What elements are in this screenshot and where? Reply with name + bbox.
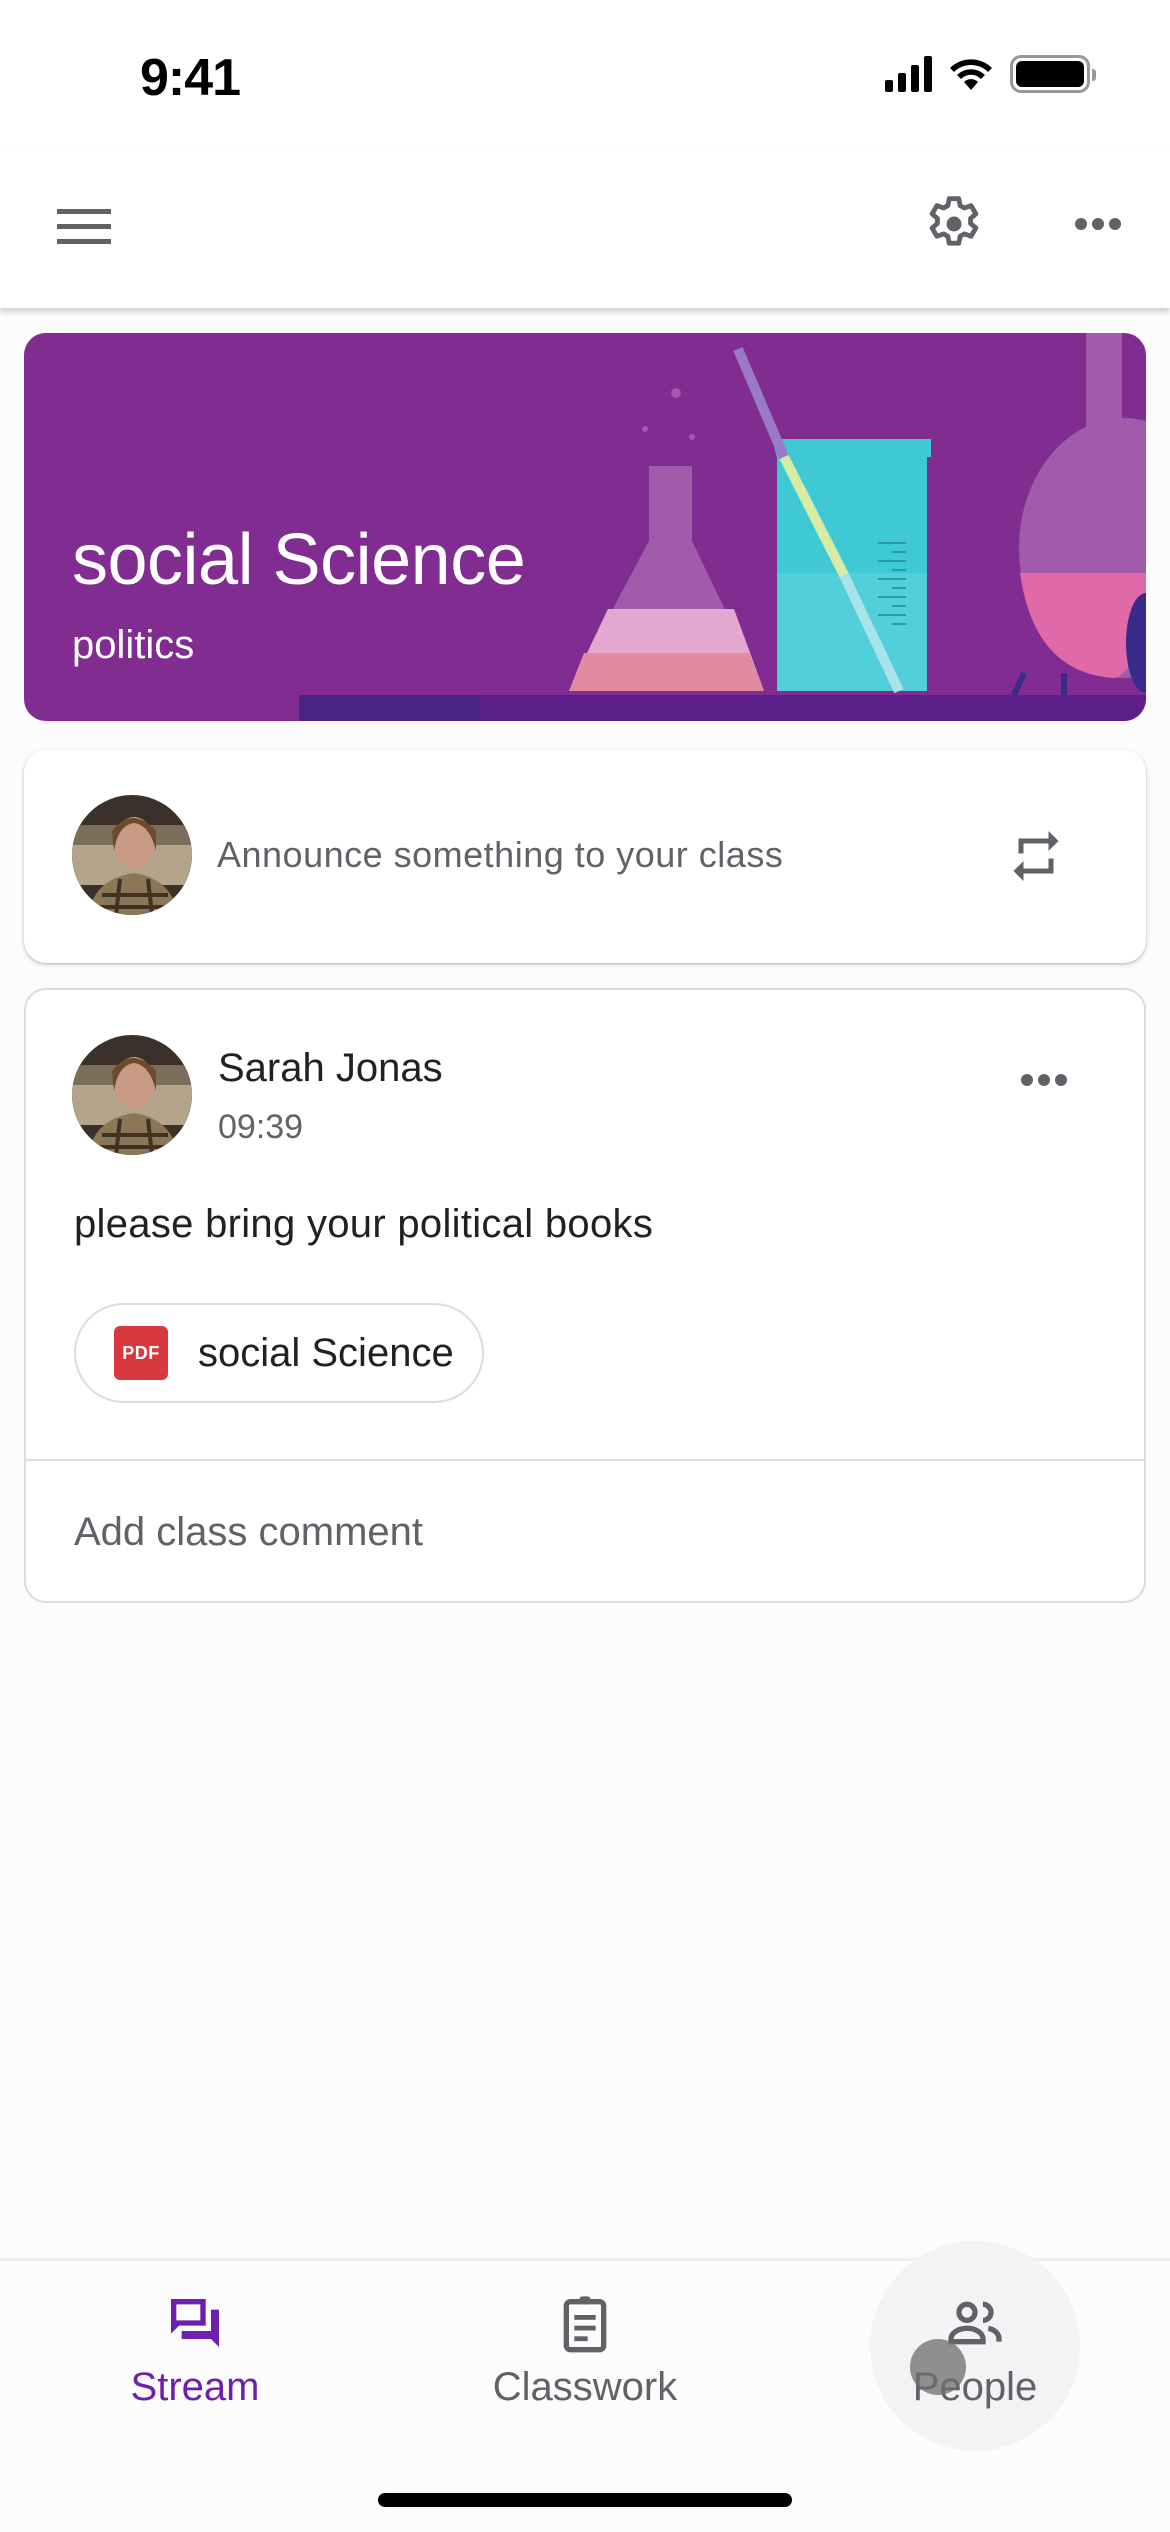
class-banner[interactable]: social Science politics [24,333,1146,721]
banner-table-shade [299,695,479,721]
banner-stirring-rod [733,347,789,459]
repost-button[interactable] [986,806,1086,906]
touch-indicator [910,2339,966,2395]
menu-icon-line [57,223,111,229]
tab-label: Classwork [492,2365,678,2409]
status-icons [885,55,1096,93]
post-body: please bring your political books [74,1202,654,1246]
status-time: 9:41 [140,49,241,107]
tab-classwork[interactable]: Classwork [390,2261,780,2441]
post-author: Sarah Jonas [218,1046,443,1090]
tab-people[interactable]: People [780,2261,1170,2441]
author-avatar [72,1035,192,1155]
settings-gear-icon [929,196,979,246]
cellular-signal-icon [885,56,932,92]
post-more-button[interactable] [994,1030,1094,1130]
add-comment-input[interactable]: Add class comment [74,1510,423,1555]
menu-icon-line [57,208,111,214]
app-bar [0,150,1170,308]
stream-icon [171,2299,219,2347]
attachment-title: social Science [198,1330,454,1375]
class-title: social Science [72,520,526,600]
clipboard-icon [563,2296,607,2353]
attachment-chip[interactable]: PDF social Science [74,1303,484,1403]
settings-button[interactable] [906,176,1002,272]
menu-icon-line [57,238,111,244]
more-horizontal-icon [1021,1074,1067,1086]
repost-icon [1013,831,1059,881]
bottom-navigation: Stream Classwork People [0,2241,1170,2532]
tab-label: Stream [130,2365,260,2409]
battery-icon [1010,55,1096,93]
divider [26,1459,1144,1461]
tab-stream[interactable]: Stream [0,2261,390,2441]
status-bar: 9:41 [0,0,1170,150]
user-avatar [72,795,192,915]
announce-card[interactable]: Announce something to your class [24,750,1146,963]
more-options-button[interactable] [1050,176,1146,272]
home-indicator[interactable] [378,2493,792,2507]
post-timestamp: 09:39 [218,1108,304,1146]
class-section: politics [72,623,195,667]
post-card: Sarah Jonas 09:39 please bring your poli… [24,988,1146,1603]
menu-button[interactable] [40,186,128,266]
pdf-icon: PDF [114,1326,168,1380]
wifi-icon [950,59,992,90]
more-horizontal-icon [1075,218,1121,230]
announce-input[interactable]: Announce something to your class [217,834,783,876]
